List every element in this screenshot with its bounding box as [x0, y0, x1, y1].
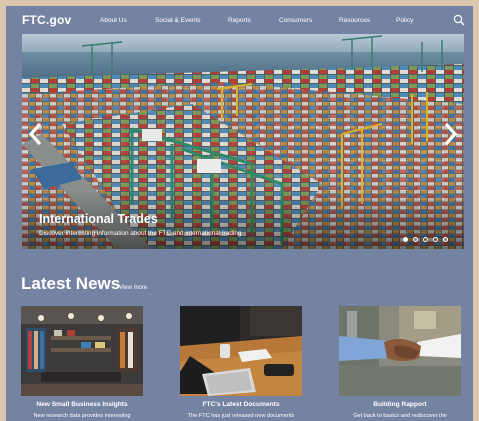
retail-store-image	[21, 306, 143, 396]
carousel-dot-2[interactable]	[413, 237, 418, 242]
news-card-title[interactable]: Building Rapport	[339, 401, 461, 408]
view-more-link[interactable]: View more	[119, 285, 147, 291]
news-card-description: Get back to basics and rediscover the	[353, 413, 447, 419]
search-icon[interactable]	[453, 14, 465, 26]
top-nav: FTC.gov About Us Social & Events Reports…	[6, 6, 473, 34]
carousel-dot-5[interactable]	[443, 237, 448, 242]
news-card-latest-documents[interactable]: FTC's Latest Documents The FTC has just …	[180, 306, 302, 419]
handshake-image	[339, 306, 461, 396]
carousel-dot-3[interactable]	[423, 237, 428, 242]
news-card-small-business[interactable]: New Small Business Insights New research…	[21, 306, 143, 419]
news-card-description: New research data provides interesting	[33, 413, 131, 419]
hero-carousel[interactable]: International Trades Discover interestin…	[22, 34, 464, 249]
page-frame: FTC.gov About Us Social & Events Reports…	[6, 6, 473, 421]
news-card-building-rapport[interactable]: Building Rapport Get back to basics and …	[339, 306, 461, 419]
nav-item-about-us[interactable]: About Us	[100, 17, 127, 24]
carousel-dot-4[interactable]	[433, 237, 438, 242]
site-logo[interactable]: FTC.gov	[22, 13, 71, 27]
nav-item-reports[interactable]: Reports	[228, 17, 251, 24]
nav-item-consumers[interactable]: Consumers	[279, 17, 312, 24]
latest-news-heading: Latest News	[21, 274, 121, 293]
nav-item-social-events[interactable]: Social & Events	[155, 17, 201, 24]
carousel-indicators	[403, 237, 448, 245]
hero-title: International Trades	[39, 212, 158, 226]
news-card-title[interactable]: New Small Business Insights	[21, 401, 143, 408]
nav-item-resources[interactable]: Resources	[339, 17, 370, 24]
chevron-left-icon[interactable]	[26, 120, 46, 148]
carousel-dot-1[interactable]	[403, 237, 408, 242]
chevron-right-icon[interactable]	[440, 120, 460, 148]
nav-item-policy[interactable]: Policy	[396, 17, 413, 24]
news-card-title[interactable]: FTC's Latest Documents	[180, 401, 302, 408]
hero-subtitle: Discover interesting information about t…	[39, 230, 242, 237]
laptop-desk-image	[180, 306, 302, 396]
news-card-description: The FTC has just released new documents	[187, 413, 295, 419]
